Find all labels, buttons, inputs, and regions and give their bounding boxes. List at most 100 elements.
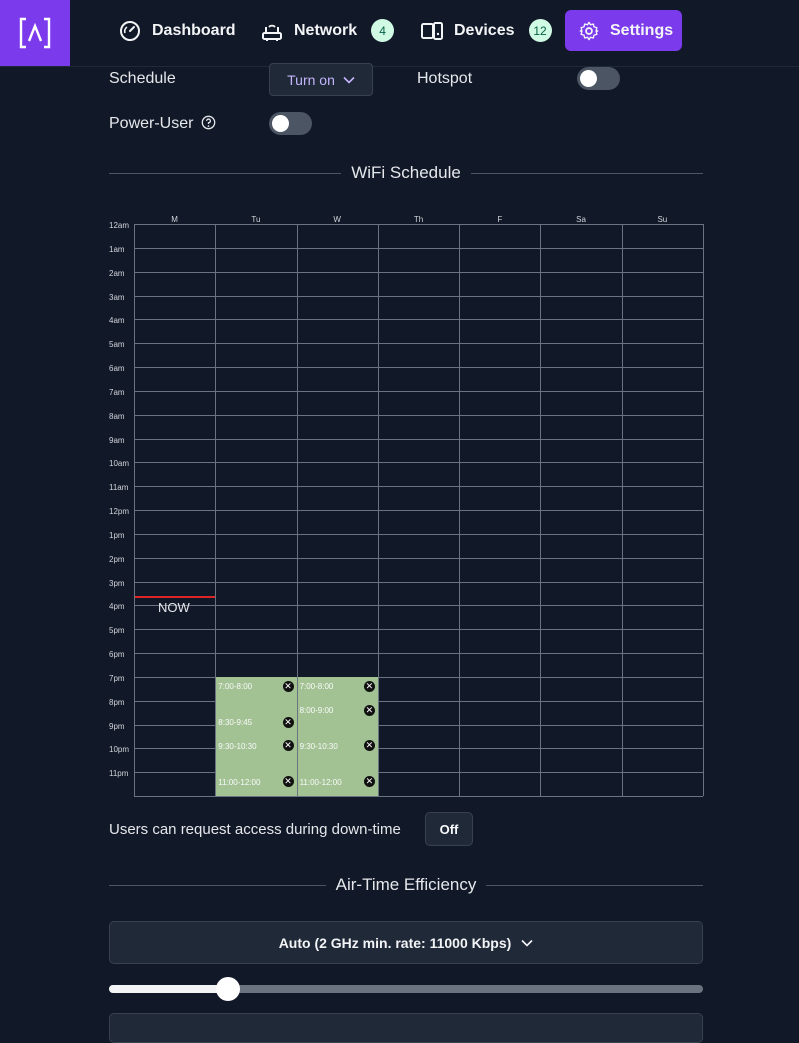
power-user-label: Power-User bbox=[109, 115, 216, 133]
remove-slot-icon[interactable]: ✕ bbox=[282, 680, 294, 692]
remove-slot-icon[interactable]: ✕ bbox=[363, 680, 375, 692]
hour-label: 2pm bbox=[109, 554, 125, 564]
power-user-toggle[interactable] bbox=[269, 112, 312, 135]
wifi-schedule-heading: WiFi Schedule bbox=[109, 163, 704, 183]
remove-slot-icon[interactable]: ✕ bbox=[282, 740, 294, 752]
schedule-slot[interactable]: 11:00-12:00 ✕ bbox=[216, 772, 296, 792]
remove-slot-icon[interactable]: ✕ bbox=[363, 740, 375, 752]
app-logo[interactable] bbox=[0, 0, 70, 66]
grid-line bbox=[134, 224, 135, 796]
logo-icon bbox=[19, 17, 51, 49]
now-label: NOW bbox=[158, 599, 190, 615]
hour-label: 9pm bbox=[109, 721, 125, 731]
grid-line bbox=[459, 224, 461, 796]
grid-line bbox=[377, 224, 379, 796]
grid-line bbox=[134, 462, 703, 464]
grid-line bbox=[621, 224, 623, 796]
chevron-down-icon bbox=[521, 939, 533, 947]
hour-label: 11am bbox=[109, 483, 129, 493]
remove-slot-icon[interactable]: ✕ bbox=[282, 716, 294, 728]
grid-line bbox=[540, 224, 542, 796]
toggle-knob bbox=[580, 70, 597, 87]
slot-time-label: 11:00-12:00 bbox=[218, 777, 261, 787]
hour-label: 6pm bbox=[109, 650, 125, 659]
hour-label: 7am bbox=[109, 387, 125, 397]
divider bbox=[109, 172, 342, 174]
grid-line bbox=[134, 629, 703, 631]
access-toggle-button[interactable]: Off bbox=[425, 812, 473, 846]
hour-label: 10am bbox=[109, 459, 130, 469]
slot-time-label: 9:30-10:30 bbox=[218, 741, 257, 751]
grid-line bbox=[134, 224, 703, 225]
hour-label: 3pm bbox=[109, 578, 125, 588]
nav-network-label: Network bbox=[294, 21, 358, 39]
schedule-slot[interactable]: 9:30-10:30 ✕ bbox=[298, 736, 378, 756]
schedule-dropdown[interactable]: Turn on bbox=[269, 63, 373, 96]
gauge-icon bbox=[120, 20, 140, 41]
hour-label: 8am bbox=[109, 411, 125, 421]
nav-network[interactable]: Network 4 bbox=[260, 10, 395, 51]
slot-time-label: 8:30-9:45 bbox=[218, 718, 253, 728]
grid-line bbox=[134, 271, 703, 273]
router-icon bbox=[262, 24, 282, 41]
grid-line bbox=[134, 486, 703, 488]
day-header: Sa bbox=[576, 215, 586, 224]
hour-label: 10pm bbox=[109, 745, 130, 755]
remove-slot-icon[interactable]: ✕ bbox=[363, 776, 375, 788]
top-navigation-bar: Dashboard Network 4 Devices 12 Settings bbox=[0, 0, 799, 67]
airtime-slider-track[interactable] bbox=[109, 985, 703, 993]
hour-label: 5am bbox=[109, 340, 125, 350]
grid-line bbox=[134, 319, 703, 321]
hour-label: 9am bbox=[109, 435, 125, 445]
grid-line bbox=[134, 367, 703, 368]
schedule-slot[interactable]: 8:30-9:45 ✕ bbox=[216, 713, 296, 733]
grid-line bbox=[134, 533, 703, 535]
slot-time-label: 7:00-8:00 bbox=[299, 682, 334, 692]
slot-time-label: 11:00-12:00 bbox=[299, 777, 342, 787]
grid-line bbox=[134, 247, 703, 249]
devices-count-badge: 12 bbox=[528, 19, 552, 42]
schedule-slot[interactable]: 7:00-8:00 ✕ bbox=[298, 677, 378, 697]
grid-line bbox=[134, 414, 703, 416]
airtime-heading: Air-Time Efficiency bbox=[109, 875, 703, 895]
grid-line bbox=[134, 581, 703, 583]
schedule-slot[interactable]: 11:00-12:00 ✕ bbox=[298, 772, 378, 792]
hotspot-toggle[interactable] bbox=[577, 67, 620, 90]
remove-slot-icon[interactable]: ✕ bbox=[282, 776, 294, 788]
slot-time-label: 8:00-9:00 bbox=[299, 706, 334, 716]
schedule-label: Schedule bbox=[109, 70, 176, 87]
schedule-slot[interactable]: 8:00-9:00 ✕ bbox=[298, 701, 378, 721]
hour-label: 8pm bbox=[109, 697, 125, 707]
network-count-badge: 4 bbox=[371, 19, 395, 42]
divider bbox=[109, 884, 326, 886]
grid-line bbox=[134, 796, 703, 797]
remove-slot-icon[interactable]: ✕ bbox=[363, 704, 375, 716]
grid-line bbox=[134, 390, 703, 392]
next-setting-box[interactable] bbox=[109, 1013, 703, 1043]
airtime-select[interactable]: Auto (2 GHz min. rate: 11000 Kbps) bbox=[109, 921, 703, 964]
hour-label: 1am bbox=[109, 244, 125, 254]
schedule-slot[interactable]: 9:30-10:30 ✕ bbox=[216, 736, 296, 756]
schedule-slot[interactable]: 7:00-8:00 ✕ bbox=[216, 677, 296, 697]
grid-line bbox=[134, 605, 703, 607]
airtime-slider-handle[interactable] bbox=[215, 977, 240, 1001]
hotspot-label: Hotspot bbox=[417, 70, 473, 87]
airtime-select-value: Auto (2 GHz min. rate: 11000 Kbps) bbox=[278, 934, 512, 951]
divider bbox=[486, 884, 703, 886]
day-header: Su bbox=[657, 215, 668, 224]
nav-settings[interactable]: Settings bbox=[565, 10, 682, 51]
hour-label: 12am bbox=[109, 221, 130, 230]
access-request-label: Users can request access during down-tim… bbox=[109, 821, 401, 838]
nav-settings-label: Settings bbox=[610, 21, 674, 39]
power-user-text: Power-User bbox=[109, 115, 194, 132]
help-icon[interactable] bbox=[201, 115, 216, 130]
nav-dashboard[interactable]: Dashboard bbox=[118, 10, 236, 51]
day-header: Th bbox=[413, 215, 424, 224]
nav-devices[interactable]: Devices 12 bbox=[420, 10, 552, 51]
airtime-title: Air-Time Efficiency bbox=[335, 875, 477, 894]
grid-line bbox=[134, 438, 703, 440]
slot-time-label: 9:30-10:30 bbox=[299, 741, 338, 751]
slot-time-label: 7:00-8:00 bbox=[218, 682, 253, 692]
grid-line bbox=[703, 224, 704, 796]
grid-line bbox=[134, 510, 703, 511]
